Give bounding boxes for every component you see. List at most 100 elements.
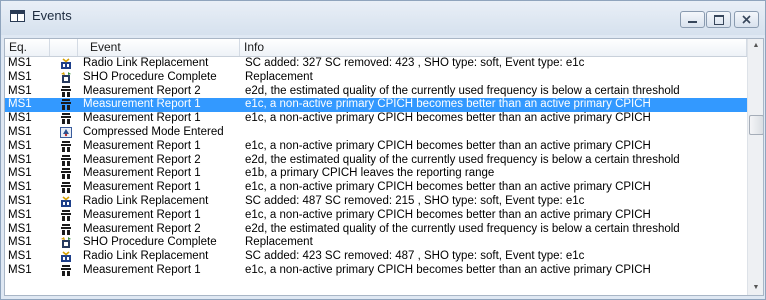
events-window: Events Eq. Event Info MS1 Radio Link Repl…: [0, 0, 766, 300]
cell-event: Measurement Report 1: [83, 167, 201, 180]
maximize-button[interactable]: [706, 11, 731, 28]
sho-icon: [60, 237, 72, 249]
cell-info: Replacement: [245, 236, 313, 249]
minimize-button[interactable]: [680, 11, 705, 28]
cell-info: e1c, a non-active primary CPICH becomes …: [245, 98, 651, 111]
cell-info: e1c, a non-active primary CPICH becomes …: [245, 263, 651, 276]
column-header-eq[interactable]: Eq.: [5, 39, 50, 56]
cell-event: Measurement Report 2: [83, 153, 201, 166]
cell-event: Measurement Report 2: [83, 222, 201, 235]
cell-info: Replacement: [245, 70, 313, 83]
cell-eq: MS1: [8, 250, 32, 263]
cell-event: Radio Link Replacement: [83, 194, 209, 207]
table-row[interactable]: MS1 Measurement Report 2 e2d, the estimate…: [5, 85, 747, 99]
cell-event: Radio Link Replacement: [83, 250, 209, 263]
column-header-info[interactable]: Info: [240, 39, 747, 56]
table-header: Eq. Event Info: [5, 39, 747, 57]
cell-eq: MS1: [8, 57, 32, 69]
cell-eq: MS1: [8, 125, 32, 138]
sho-icon: [60, 71, 72, 83]
cell-info: e2d, the estimated quality of the curren…: [245, 153, 680, 166]
maximize-icon: [713, 15, 724, 25]
cell-event: Measurement Report 1: [83, 181, 201, 194]
cell-info: e2d, the estimated quality of the curren…: [245, 222, 680, 235]
cell-info: e1c, a non-active primary CPICH becomes …: [245, 181, 651, 194]
table-row[interactable]: MS1 Compressed Mode Entered: [5, 126, 747, 140]
cell-event: Measurement Report 1: [83, 112, 201, 125]
table-row[interactable]: MS1 Radio Link Replacement SC added: 423 S…: [5, 250, 747, 264]
scroll-down-arrow-icon[interactable]: ▼: [748, 281, 763, 295]
cell-info: e1c, a non-active primary CPICH becomes …: [245, 139, 651, 152]
measurement-icon: [60, 140, 72, 152]
table-row[interactable]: MS1 SHO Procedure Complete Replacement: [5, 236, 747, 250]
measurement-icon: [60, 264, 72, 276]
window-list-icon: [10, 10, 25, 22]
cell-event: Measurement Report 1: [83, 208, 201, 221]
measurement-icon: [60, 154, 72, 166]
table-row[interactable]: MS1 Measurement Report 1 e1c, a non-active…: [5, 264, 747, 278]
cell-eq: MS1: [8, 84, 32, 97]
scrollbar-thumb[interactable]: [749, 115, 763, 135]
cell-eq: MS1: [8, 70, 32, 83]
cell-eq: MS1: [8, 208, 32, 221]
cell-info: SC added: 423 SC removed: 487 , SHO type…: [245, 250, 585, 263]
cell-eq: MS1: [8, 98, 32, 111]
cell-info: e1b, a primary CPICH leaves the reportin…: [245, 167, 495, 180]
measurement-icon: [60, 113, 72, 125]
cell-eq: MS1: [8, 236, 32, 249]
measurement-icon: [60, 99, 72, 111]
cell-event: Measurement Report 1: [83, 139, 201, 152]
measurement-icon: [60, 182, 72, 194]
table-row[interactable]: MS1 Measurement Report 1 e1c, a non-active…: [5, 181, 747, 195]
table-row[interactable]: MS1 SHO Procedure Complete Replacement: [5, 71, 747, 85]
cell-eq: MS1: [8, 181, 32, 194]
cell-eq: MS1: [8, 112, 32, 125]
table-row[interactable]: MS1 Radio Link Replacement SC added: 327 S…: [5, 57, 747, 71]
cell-info: e2d, the estimated quality of the curren…: [245, 84, 680, 97]
cell-eq: MS1: [8, 139, 32, 152]
table-row-selected[interactable]: MS1 Measurement Report 1 e1c, a non-active…: [5, 98, 747, 113]
measurement-icon: [60, 85, 72, 97]
table-row[interactable]: MS1 Measurement Report 1 e1c, a non-active…: [5, 112, 747, 126]
window-title: Events: [32, 8, 72, 23]
cell-info: SC added: 327 SC removed: 423 , SHO type…: [245, 57, 585, 69]
table-row[interactable]: MS1 Measurement Report 1 e1c, a non-active…: [5, 209, 747, 223]
cell-event: Compressed Mode Entered: [83, 125, 224, 138]
measurement-icon: [60, 209, 72, 221]
radio-link-icon: [60, 58, 72, 69]
cell-eq: MS1: [8, 263, 32, 276]
scroll-up-arrow-icon[interactable]: ▲: [748, 39, 763, 53]
cell-event: SHO Procedure Complete: [83, 236, 217, 249]
measurement-icon: [60, 168, 72, 180]
cell-event: Measurement Report 1: [83, 98, 201, 111]
cell-eq: MS1: [8, 194, 32, 207]
cell-eq: MS1: [8, 222, 32, 235]
radio-link-icon: [60, 251, 72, 263]
cell-eq: MS1: [8, 153, 32, 166]
column-header-event[interactable]: Event: [78, 39, 240, 56]
table-row[interactable]: MS1 Measurement Report 1 e1b, a primary CP…: [5, 167, 747, 181]
measurement-icon: [60, 223, 72, 235]
table-row[interactable]: MS1 Measurement Report 2 e2d, the estimate…: [5, 223, 747, 237]
close-icon: [742, 15, 751, 24]
minimize-icon: [688, 21, 697, 23]
table-row[interactable]: MS1 Measurement Report 1 e1c, a non-active…: [5, 140, 747, 154]
table-row[interactable]: MS1 Measurement Report 2 e2d, the estimate…: [5, 154, 747, 168]
cell-info: SC added: 487 SC removed: 215 , SHO type…: [245, 194, 585, 207]
cell-eq: MS1: [8, 167, 32, 180]
table-body: MS1 Radio Link Replacement SC added: 327 S…: [5, 57, 747, 278]
title-bar[interactable]: Events: [1, 1, 765, 35]
compressed-mode-icon: [60, 126, 72, 138]
vertical-scrollbar[interactable]: ▲ ▼: [747, 39, 763, 295]
table-row[interactable]: MS1 Radio Link Replacement SC added: 487 S…: [5, 195, 747, 209]
events-table: Eq. Event Info MS1 Radio Link Replacement…: [4, 38, 764, 296]
cell-event: SHO Procedure Complete: [83, 70, 217, 83]
close-button[interactable]: [734, 11, 759, 28]
column-header-icon[interactable]: [50, 39, 78, 56]
cell-event: Measurement Report 2: [83, 84, 201, 97]
cell-info: e1c, a non-active primary CPICH becomes …: [245, 112, 651, 125]
radio-link-icon: [60, 196, 72, 207]
cell-info: e1c, a non-active primary CPICH becomes …: [245, 208, 651, 221]
cell-event: Radio Link Replacement: [83, 57, 209, 69]
cell-event: Measurement Report 1: [83, 263, 201, 276]
